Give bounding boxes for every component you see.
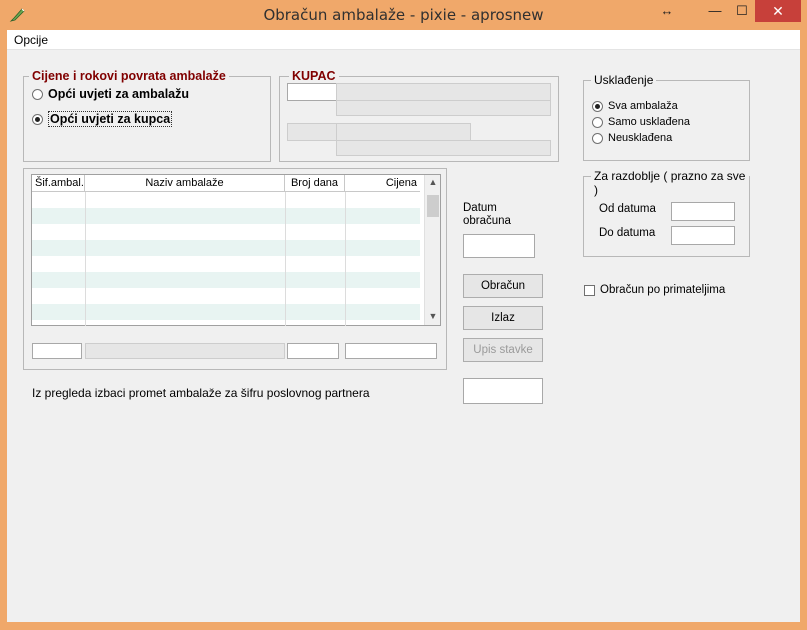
radio-indicator[interactable] xyxy=(592,116,603,128)
obracun-po-primateljima-checkbox[interactable]: Obračun po primateljima xyxy=(584,284,725,296)
scroll-down-icon[interactable]: ▼ xyxy=(425,311,441,321)
ambalaza-grid[interactable]: Šif.ambal. Naziv ambalaže Broj dana Cije… xyxy=(31,174,441,326)
menu-item-opcije[interactable]: Opcije xyxy=(14,33,48,47)
maximize-button[interactable]: ☐ xyxy=(727,0,757,22)
col-header-naziv[interactable]: Naziv ambalaže xyxy=(85,175,285,191)
radio-label: Sva ambalaža xyxy=(608,100,678,112)
radio-indicator[interactable] xyxy=(32,88,43,100)
kupac-adresa-field xyxy=(336,100,551,116)
table-row[interactable] xyxy=(32,240,420,256)
scroll-thumb[interactable] xyxy=(427,195,439,217)
radio-indicator[interactable] xyxy=(32,113,43,125)
uskladjenje-group-title: Usklađenje xyxy=(591,73,657,87)
do-datuma-input[interactable] xyxy=(671,226,735,245)
radio-label: Neusklađena xyxy=(608,132,673,144)
radio-indicator[interactable] xyxy=(592,100,603,112)
kupac-naziv-field xyxy=(336,83,551,101)
uskladjenje-group: Usklađenje Sva ambalaža Samo usklađena N… xyxy=(583,73,750,161)
radio-opci-uvjeti-kupca[interactable]: Opći uvjeti za kupca xyxy=(32,111,173,127)
resize-icon[interactable]: ↔ xyxy=(657,0,677,22)
checkbox-indicator[interactable] xyxy=(584,284,595,296)
table-row[interactable] xyxy=(32,304,420,320)
filter-cijena-input[interactable] xyxy=(345,343,437,359)
minimize-button[interactable]: — xyxy=(700,0,730,22)
kupac-mjesto-field xyxy=(336,123,471,141)
col-header-sif[interactable]: Šif.ambal. xyxy=(32,175,85,191)
radio-indicator[interactable] xyxy=(592,132,603,144)
table-row[interactable] xyxy=(32,224,420,240)
kupac-dodatno-field xyxy=(336,140,551,156)
table-row[interactable] xyxy=(32,256,420,272)
table-row[interactable] xyxy=(32,288,420,304)
radio-opci-uvjeti-ambalaza[interactable]: Opći uvjeti za ambalažu xyxy=(32,87,189,101)
radio-label: Opći uvjeti za ambalažu xyxy=(48,87,190,101)
od-datuma-input[interactable] xyxy=(671,202,735,221)
client-area: Opcije Cijene i rokovi povrata ambalaže … xyxy=(7,30,800,622)
application-window: Obračun ambalaže - pixie - aprosnew ↔ — … xyxy=(0,0,807,630)
do-datuma-label: Do datuma xyxy=(599,227,656,239)
grid-divider xyxy=(345,192,346,326)
razdoblje-group: Za razdoblje ( prazno za sve ) Od datuma… xyxy=(583,169,750,257)
radio-label: Opći uvjeti za kupca xyxy=(48,111,173,127)
scroll-up-icon[interactable]: ▲ xyxy=(425,177,441,187)
radio-samo-uskladjena[interactable]: Samo usklađena xyxy=(592,116,690,128)
kupac-sifra-input[interactable] xyxy=(287,83,337,101)
izbaci-promet-label: Iz pregleda izbaci promet ambalaže za ši… xyxy=(32,386,370,400)
menu-bar: Opcije xyxy=(7,30,800,50)
table-row[interactable] xyxy=(32,272,420,288)
cijene-group-title: Cijene i rokovi povrata ambalaže xyxy=(29,69,229,83)
kupac-group-title: KUPAC xyxy=(289,69,339,83)
title-bar[interactable]: Obračun ambalaže - pixie - aprosnew ↔ — … xyxy=(0,0,807,30)
table-row[interactable] xyxy=(32,192,420,208)
kupac-group: KUPAC xyxy=(279,69,559,162)
cijene-group: Cijene i rokovi povrata ambalaže Opći uv… xyxy=(23,69,271,162)
filter-broj-dana-input[interactable] xyxy=(287,343,339,359)
datum-obracuna-label: Datum obračuna xyxy=(463,202,511,227)
kupac-field-2 xyxy=(287,123,337,141)
filter-naziv-field xyxy=(85,343,285,359)
radio-sva-ambalaza[interactable]: Sva ambalaža xyxy=(592,100,678,112)
grid-divider xyxy=(285,192,286,326)
window-title: Obračun ambalaže - pixie - aprosnew xyxy=(263,6,544,24)
grid-divider xyxy=(85,192,86,326)
col-header-cijena[interactable]: Cijena xyxy=(345,175,420,191)
close-button[interactable]: ✕ xyxy=(755,0,801,22)
grid-vertical-scrollbar[interactable]: ▲ ▼ xyxy=(424,175,440,325)
partner-sifra-input[interactable] xyxy=(463,378,543,404)
table-row[interactable] xyxy=(32,208,420,224)
checkbox-label: Obračun po primateljima xyxy=(600,284,726,296)
od-datuma-label: Od datuma xyxy=(599,203,656,215)
izlaz-button[interactable]: Izlaz xyxy=(463,306,543,330)
col-header-broj-dana[interactable]: Broj dana xyxy=(285,175,345,191)
obracun-button[interactable]: Obračun xyxy=(463,274,543,298)
grid-header: Šif.ambal. Naziv ambalaže Broj dana Cije… xyxy=(32,175,420,192)
radio-label: Samo usklađena xyxy=(608,116,690,128)
upis-stavke-button[interactable]: Upis stavke xyxy=(463,338,543,362)
filter-sif-input[interactable] xyxy=(32,343,82,359)
razdoblje-group-title: Za razdoblje ( prazno za sve ) xyxy=(591,169,749,197)
datum-obracuna-input[interactable] xyxy=(463,234,535,258)
radio-neuskladjena[interactable]: Neusklađena xyxy=(592,132,672,144)
